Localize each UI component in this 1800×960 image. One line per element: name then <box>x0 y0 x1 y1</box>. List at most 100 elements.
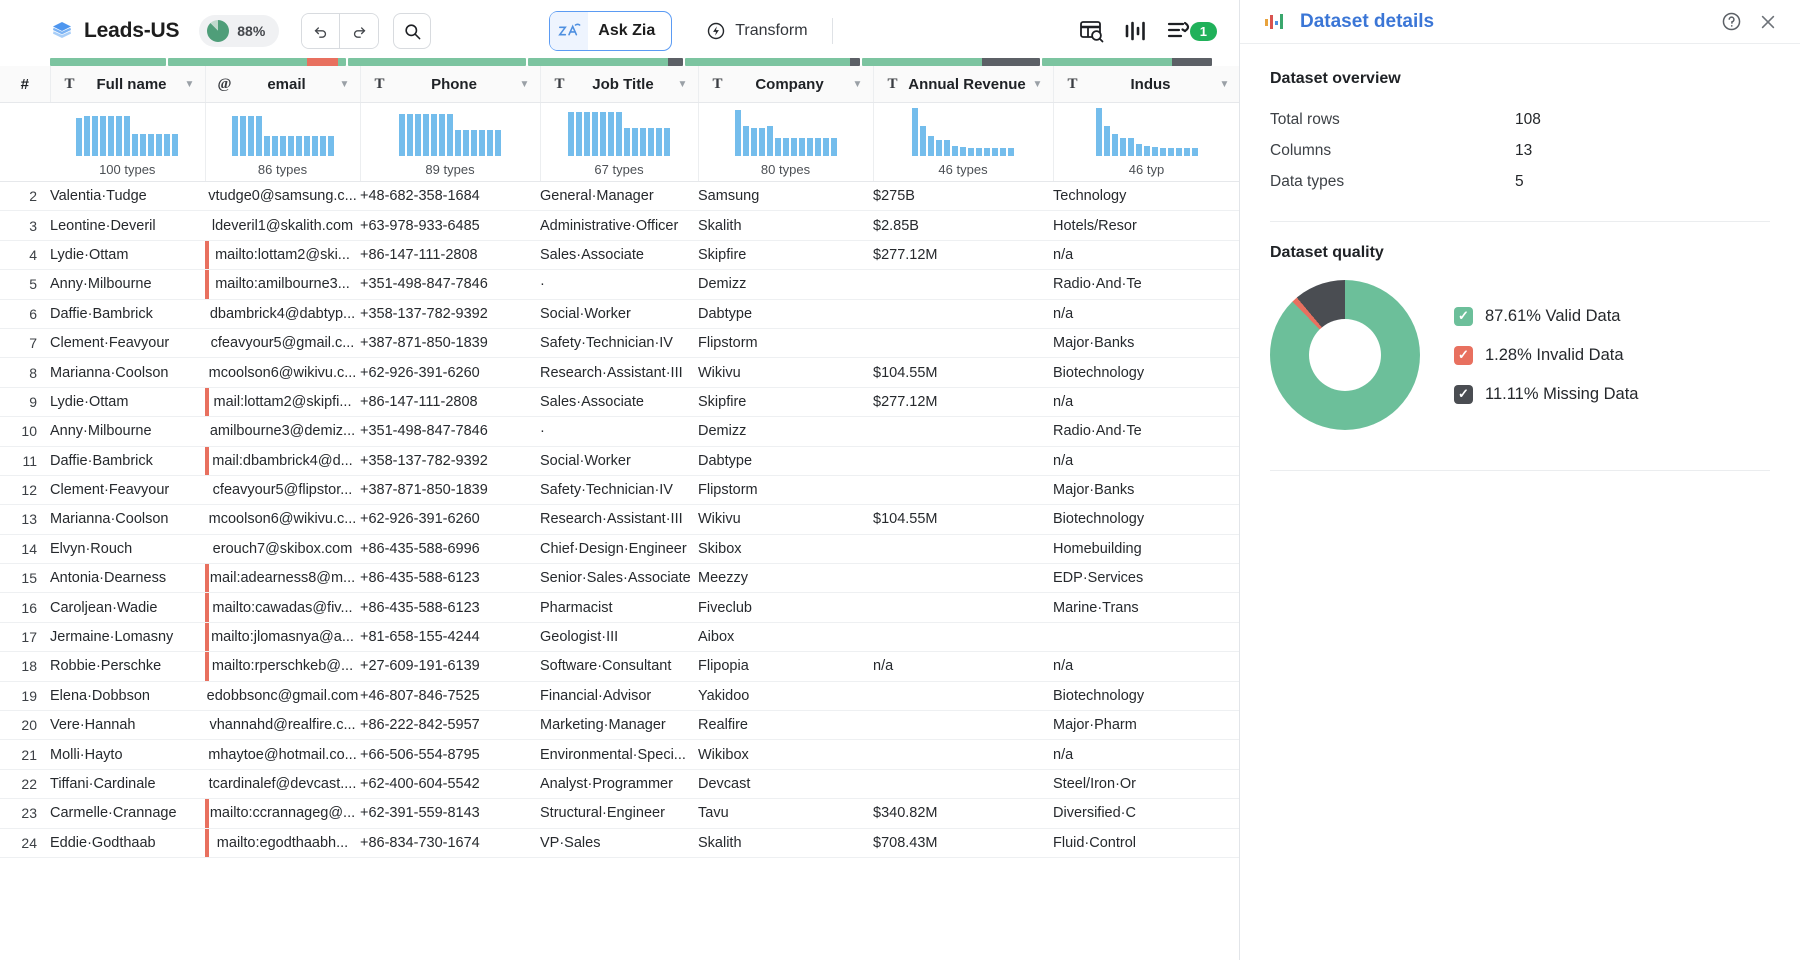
cell-annual-revenue[interactable] <box>873 446 1053 476</box>
cell-industry[interactable]: Diversified·C <box>1053 798 1239 829</box>
cell-phone[interactable]: +46-807-846-7525 <box>360 681 540 712</box>
cell-email[interactable]: amilbourne3@demiz... <box>205 416 360 447</box>
table-row[interactable]: 19 Elena·Dobbson edobbsonc@gmail.com +46-80… <box>0 681 1239 712</box>
table-row[interactable]: 24 Eddie·Godthaab mailto:egodthaabh... +86-… <box>0 828 1239 858</box>
cell-phone[interactable]: +62-400-604-5542 <box>360 769 540 800</box>
chevron-down-icon[interactable]: ▼ <box>183 79 197 90</box>
column-header[interactable]: T Indus ▼ <box>1053 66 1239 103</box>
cell-industry[interactable]: n/a <box>1053 651 1239 682</box>
column-header[interactable]: T Annual Revenue ▼ <box>873 66 1054 103</box>
cell-email[interactable]: mhaytoe@hotmail.co... <box>205 739 360 770</box>
table-row[interactable]: 14 Elvyn·Rouch erouch7@skibox.com +86-435-5… <box>0 534 1239 565</box>
cell-full-name[interactable]: Daffie·Bambrick <box>50 446 205 476</box>
table-row[interactable]: 4 Lydie·Ottam mailto:lottam2@ski... +86-147… <box>0 240 1239 271</box>
cell-email[interactable]: mcoolson6@wikivu.c... <box>205 357 360 388</box>
cell-email[interactable]: mailto:egodthaabh... <box>205 828 360 858</box>
table-row[interactable]: 6 Daffie·Bambrick dbambrick4@dabtyp... +358… <box>0 299 1239 329</box>
cell-company[interactable]: Meezzy <box>698 563 873 594</box>
table-row[interactable]: 10 Anny·Milbourne amilbourne3@demiz... +351… <box>0 416 1239 447</box>
cell-full-name[interactable]: Daffie·Bambrick <box>50 299 205 329</box>
cell-full-name[interactable]: Jermaine·Lomasny <box>50 622 205 653</box>
cell-industry[interactable]: Technology <box>1053 181 1239 212</box>
cell-annual-revenue[interactable] <box>873 534 1053 565</box>
cell-annual-revenue[interactable]: $104.55M <box>873 357 1053 388</box>
table-row[interactable]: 20 Vere·Hannah vhannahd@realfire.c... +86-2… <box>0 710 1239 741</box>
cell-phone[interactable]: +86-435-588-6996 <box>360 534 540 565</box>
cell-industry[interactable]: Biotechnology <box>1053 504 1239 535</box>
redo-button[interactable] <box>340 14 379 48</box>
cell-phone[interactable]: +86-435-588-6123 <box>360 592 540 623</box>
cell-job-title[interactable]: Financial·Advisor <box>540 681 698 712</box>
close-icon[interactable] <box>1758 12 1778 32</box>
column-header[interactable]: T Company ▼ <box>698 66 874 103</box>
cell-job-title[interactable]: Structural·Engineer <box>540 798 698 829</box>
cell-company[interactable]: Fiveclub <box>698 592 873 623</box>
cell-phone[interactable]: +62-926-391-6260 <box>360 357 540 388</box>
cell-full-name[interactable]: Clement·Feavyour <box>50 328 205 359</box>
table-row[interactable]: 3 Leontine·Deveril ldeveril1@skalith.com +6… <box>0 210 1239 241</box>
cell-annual-revenue[interactable] <box>873 710 1053 741</box>
cell-company[interactable]: Flipstorm <box>698 328 873 359</box>
cell-company[interactable]: Wikivu <box>698 504 873 535</box>
cell-annual-revenue[interactable]: $277.12M <box>873 387 1053 418</box>
cell-full-name[interactable]: Lydie·Ottam <box>50 387 205 418</box>
cell-company[interactable]: Skipfire <box>698 240 873 271</box>
cell-phone[interactable]: +358-137-782-9392 <box>360 446 540 476</box>
legend-item[interactable]: ✓ 11.11% Missing Data <box>1454 384 1638 404</box>
cell-annual-revenue[interactable]: $104.55M <box>873 504 1053 535</box>
cell-job-title[interactable]: Sales·Associate <box>540 240 698 271</box>
cell-company[interactable]: Aibox <box>698 622 873 653</box>
cell-industry[interactable]: n/a <box>1053 739 1239 770</box>
cell-job-title[interactable]: Safety·Technician·IV <box>540 328 698 359</box>
cell-annual-revenue[interactable]: n/a <box>873 651 1053 682</box>
cell-full-name[interactable]: Molli·Hayto <box>50 739 205 770</box>
cell-company[interactable]: Devcast <box>698 769 873 800</box>
cell-industry[interactable]: Radio·And·Te <box>1053 416 1239 447</box>
table-row[interactable]: 13 Marianna·Coolson mcoolson6@wikivu.c... +… <box>0 504 1239 535</box>
cell-full-name[interactable]: Anny·Milbourne <box>50 269 205 300</box>
cell-job-title[interactable]: Social·Worker <box>540 446 698 476</box>
cell-email[interactable]: tcardinalef@devcast.... <box>205 769 360 800</box>
cell-job-title[interactable]: Marketing·Manager <box>540 710 698 741</box>
cell-company[interactable]: Tavu <box>698 798 873 829</box>
cell-full-name[interactable]: Tiffani·Cardinale <box>50 769 205 800</box>
cell-company[interactable]: Yakidoo <box>698 681 873 712</box>
cell-phone[interactable]: +48-682-358-1684 <box>360 181 540 212</box>
table-row[interactable]: 18 Robbie·Perschke mailto:rperschkeb@... +2… <box>0 651 1239 682</box>
cell-full-name[interactable]: Eddie·Godthaab <box>50 828 205 858</box>
cell-job-title[interactable]: Pharmacist <box>540 592 698 623</box>
cell-annual-revenue[interactable] <box>873 475 1053 506</box>
cell-phone[interactable]: +86-834-730-1674 <box>360 828 540 858</box>
table-row[interactable]: 22 Tiffani·Cardinale tcardinalef@devcast..… <box>0 769 1239 800</box>
cell-job-title[interactable]: Chief·Design·Engineer <box>540 534 698 565</box>
help-circle-icon[interactable] <box>1721 11 1742 32</box>
cell-full-name[interactable]: Valentia·Tudge <box>50 181 205 212</box>
table-row[interactable]: 21 Molli·Hayto mhaytoe@hotmail.co... +66-50… <box>0 739 1239 770</box>
table-row[interactable]: 2 Valentia·Tudge vtudge0@samsung.c... +48-6… <box>0 181 1239 212</box>
cell-phone[interactable]: +86-147-111-2808 <box>360 240 540 271</box>
cell-email[interactable]: mail:lottam2@skipfi... <box>205 387 360 418</box>
cell-industry[interactable]: Major·Pharm <box>1053 710 1239 741</box>
cell-full-name[interactable]: Anny·Milbourne <box>50 416 205 447</box>
chevron-down-icon[interactable]: ▼ <box>1218 79 1232 90</box>
cell-industry[interactable]: EDP·Services <box>1053 563 1239 594</box>
cell-phone[interactable]: +27-609-191-6139 <box>360 651 540 682</box>
cell-phone[interactable]: +86-147-111-2808 <box>360 387 540 418</box>
cell-phone[interactable]: +86-222-842-5957 <box>360 710 540 741</box>
cell-email[interactable]: mailto:jlomasnya@a... <box>205 622 360 653</box>
undo-button[interactable] <box>302 14 341 48</box>
cell-job-title[interactable]: Environmental·Speci... <box>540 739 698 770</box>
table-row[interactable]: 23 Carmelle·Crannage mailto:ccrannageg@...… <box>0 798 1239 829</box>
cell-email[interactable]: mail:adearness8@m... <box>205 563 360 594</box>
cell-full-name[interactable]: Marianna·Coolson <box>50 357 205 388</box>
cell-company[interactable]: Demizz <box>698 416 873 447</box>
table-row[interactable]: 5 Anny·Milbourne mailto:amilbourne3... +351… <box>0 269 1239 300</box>
cell-industry[interactable]: n/a <box>1053 446 1239 476</box>
cell-job-title[interactable]: · <box>540 416 698 447</box>
cell-full-name[interactable]: Lydie·Ottam <box>50 240 205 271</box>
chevron-down-icon[interactable]: ▼ <box>676 79 690 90</box>
cell-phone[interactable]: +387-871-850-1839 <box>360 328 540 359</box>
cell-company[interactable]: Skibox <box>698 534 873 565</box>
cell-company[interactable]: Samsung <box>698 181 873 212</box>
cell-full-name[interactable]: Antonia·Dearness <box>50 563 205 594</box>
